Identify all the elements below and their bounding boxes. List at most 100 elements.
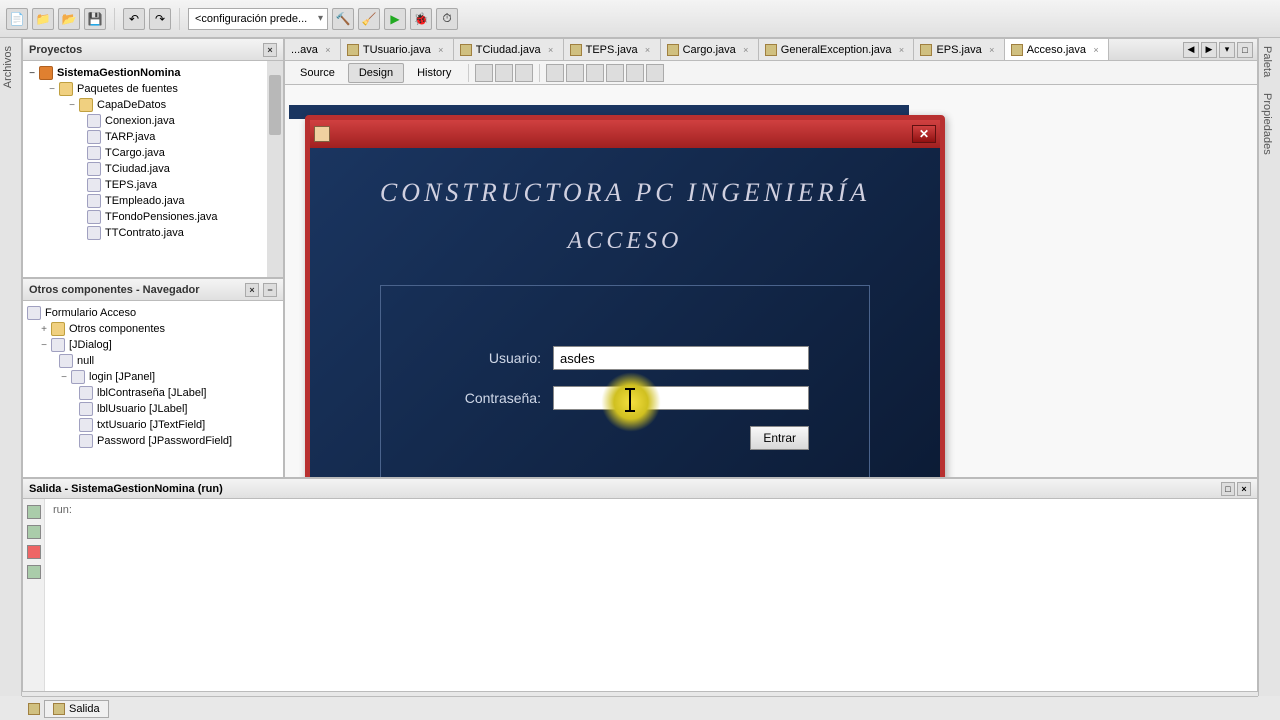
- undo-icon[interactable]: ↶: [123, 8, 145, 30]
- tree-file[interactable]: TCargo.java: [23, 145, 283, 161]
- design-canvas[interactable]: ✕ CONSTRUCTORA PC INGENIERÍA ACCESO Usua…: [285, 85, 1257, 477]
- nav-item[interactable]: null: [23, 353, 283, 369]
- new-project-icon[interactable]: 📁: [32, 8, 54, 30]
- component-icon: [59, 354, 73, 368]
- editor-tab[interactable]: EPS.java×: [914, 39, 1004, 60]
- dialog-close-button[interactable]: ✕: [912, 125, 936, 143]
- tree-file[interactable]: TARP.java: [23, 129, 283, 145]
- new-file-icon[interactable]: 📄: [6, 8, 28, 30]
- navigator-title: Otros componentes - Navegador: [29, 284, 200, 296]
- salida-tab[interactable]: Salida: [44, 700, 109, 718]
- close-icon[interactable]: ×: [322, 44, 334, 56]
- tree-file[interactable]: TCiudad.java: [23, 161, 283, 177]
- close-icon[interactable]: ×: [245, 283, 259, 297]
- editor-tab[interactable]: TEPS.java×: [564, 39, 661, 60]
- nav-item[interactable]: lblContraseña [JLabel]: [23, 385, 283, 401]
- debug-icon[interactable]: 🐞: [410, 8, 432, 30]
- nav-item[interactable]: Formulario Acceso: [23, 305, 283, 321]
- close-icon[interactable]: ×: [1090, 44, 1102, 56]
- settings-icon[interactable]: [27, 565, 41, 579]
- align-icon[interactable]: [566, 64, 584, 82]
- preview-icon[interactable]: [515, 64, 533, 82]
- editor-tab-active[interactable]: Acceso.java×: [1005, 39, 1109, 60]
- editor-tab[interactable]: ...ava×: [285, 39, 341, 60]
- close-icon[interactable]: ×: [545, 44, 557, 56]
- editor-tab[interactable]: GeneralException.java×: [759, 39, 915, 60]
- password-input[interactable]: [553, 386, 809, 410]
- output-console[interactable]: run:: [45, 499, 1257, 691]
- java-file-icon: [87, 162, 101, 176]
- nav-item[interactable]: −[JDialog]: [23, 337, 283, 353]
- tree-packages[interactable]: −Paquetes de fuentes: [23, 81, 283, 97]
- folder-icon: [59, 82, 73, 96]
- tree-file[interactable]: TEPS.java: [23, 177, 283, 193]
- java-file-icon: [87, 178, 101, 192]
- run-icon[interactable]: ▶: [384, 8, 406, 30]
- minimize-icon[interactable]: −: [263, 283, 277, 297]
- nav-item[interactable]: txtUsuario [JTextField]: [23, 417, 283, 433]
- run-config-select[interactable]: <configuración prede...: [188, 8, 328, 30]
- editor-tab[interactable]: TCiudad.java×: [454, 39, 564, 60]
- align-icon[interactable]: [626, 64, 644, 82]
- tree-file[interactable]: TFondoPensiones.java: [23, 209, 283, 225]
- align-icon[interactable]: [546, 64, 564, 82]
- separator: [179, 8, 180, 30]
- entrar-button[interactable]: Entrar: [750, 426, 809, 450]
- user-input[interactable]: [553, 346, 809, 370]
- connection-mode-icon[interactable]: [495, 64, 513, 82]
- rerun-icon[interactable]: [27, 505, 41, 519]
- dialog-body: CONSTRUCTORA PC INGENIERÍA ACCESO Usuari…: [310, 148, 940, 477]
- stop-icon[interactable]: [27, 545, 41, 559]
- tab-list-icon[interactable]: ▾: [1219, 42, 1235, 58]
- align-icon[interactable]: [646, 64, 664, 82]
- propiedades-tab[interactable]: Propiedades: [1259, 85, 1275, 163]
- save-all-icon[interactable]: 💾: [84, 8, 106, 30]
- editor-tab[interactable]: TUsuario.java×: [341, 39, 454, 60]
- close-icon[interactable]: ×: [740, 44, 752, 56]
- close-icon[interactable]: ×: [263, 43, 277, 57]
- align-icon[interactable]: [606, 64, 624, 82]
- java-file-icon: [460, 44, 472, 56]
- output-view-icon[interactable]: [28, 703, 40, 715]
- rerun-debug-icon[interactable]: [27, 525, 41, 539]
- archivos-tab[interactable]: Archivos: [0, 38, 16, 96]
- clean-build-icon[interactable]: 🧹: [358, 8, 380, 30]
- profile-icon[interactable]: ⏱: [436, 8, 458, 30]
- java-icon: [314, 126, 330, 142]
- label-icon: [79, 386, 93, 400]
- open-icon[interactable]: 📂: [58, 8, 80, 30]
- history-tab[interactable]: History: [406, 63, 462, 83]
- tree-file[interactable]: TTContrato.java: [23, 225, 283, 241]
- left-sidebar: Archivos: [0, 38, 22, 696]
- maximize-icon[interactable]: □: [1237, 42, 1253, 58]
- close-icon[interactable]: ×: [435, 44, 447, 56]
- editor-tab[interactable]: Cargo.java×: [661, 39, 759, 60]
- design-tab[interactable]: Design: [348, 63, 404, 83]
- redo-icon[interactable]: ↷: [149, 8, 171, 30]
- nav-item[interactable]: −login [JPanel]: [23, 369, 283, 385]
- next-tab-icon[interactable]: ▶: [1201, 42, 1217, 58]
- scrollbar[interactable]: [267, 61, 283, 277]
- close-icon[interactable]: ×: [642, 44, 654, 56]
- prev-tab-icon[interactable]: ◀: [1183, 42, 1199, 58]
- scroll-thumb[interactable]: [269, 75, 281, 135]
- selection-mode-icon[interactable]: [475, 64, 493, 82]
- close-icon[interactable]: ×: [1237, 482, 1251, 496]
- align-icon[interactable]: [586, 64, 604, 82]
- maximize-icon[interactable]: □: [1221, 482, 1235, 496]
- user-label: Usuario:: [441, 350, 541, 366]
- tree-file[interactable]: TEmpleado.java: [23, 193, 283, 209]
- tree-file[interactable]: Conexion.java: [23, 113, 283, 129]
- projects-header: Proyectos ×: [23, 39, 283, 61]
- close-icon[interactable]: ×: [895, 44, 907, 56]
- paleta-tab[interactable]: Paleta: [1259, 38, 1275, 85]
- editor-subtabs: Source Design History: [285, 61, 1257, 85]
- close-icon[interactable]: ×: [986, 44, 998, 56]
- build-icon[interactable]: 🔨: [332, 8, 354, 30]
- nav-item[interactable]: lblUsuario [JLabel]: [23, 401, 283, 417]
- nav-item[interactable]: +Otros componentes: [23, 321, 283, 337]
- nav-item[interactable]: Password [JPasswordField]: [23, 433, 283, 449]
- source-tab[interactable]: Source: [289, 63, 346, 83]
- tree-project-root[interactable]: −SistemaGestionNomina: [23, 65, 283, 81]
- tree-package-capa[interactable]: −CapaDeDatos: [23, 97, 283, 113]
